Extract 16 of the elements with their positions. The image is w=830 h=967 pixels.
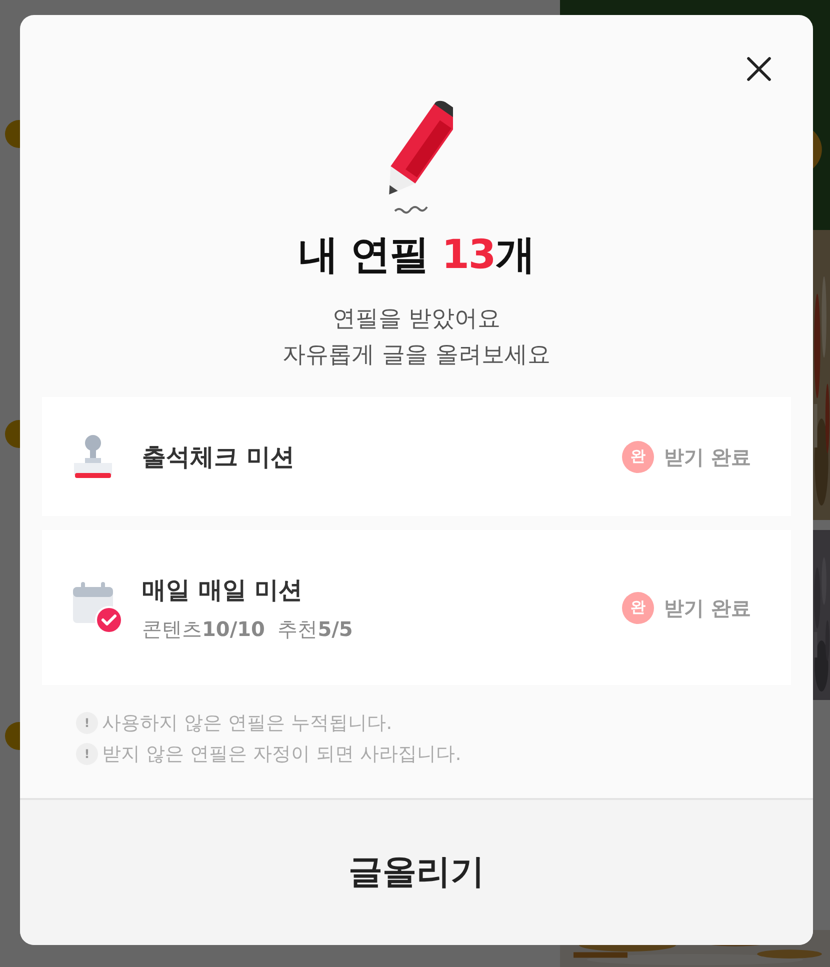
calendar-check-icon (72, 580, 124, 634)
mission-title: 출석체크 미션 (142, 442, 296, 472)
status-text: 받기 완료 (664, 444, 751, 470)
complete-badge: 완 (622, 440, 654, 472)
info-icon: ! (76, 742, 98, 765)
complete-badge: 완 (622, 592, 654, 624)
mission-title: 매일 매일 미션 (142, 574, 304, 606)
status-text: 받기 완료 (664, 594, 751, 622)
dialog-title: 내 연필 13개 (298, 231, 536, 280)
note-text: 사용하지 않은 연필은 누적됩니다. (102, 711, 392, 736)
subtitle-text: 연필을 받았어요 (331, 305, 502, 334)
note-text: 받지 않은 연필은 자정이 되면 사라집니다. (102, 742, 462, 766)
write-post-button[interactable]: 글올리기 (308, 837, 524, 908)
info-icon: ! (76, 712, 98, 734)
stamp-icon (72, 434, 114, 480)
subtitle-text: 자유롭게 글을 올려보세요 (282, 341, 552, 370)
